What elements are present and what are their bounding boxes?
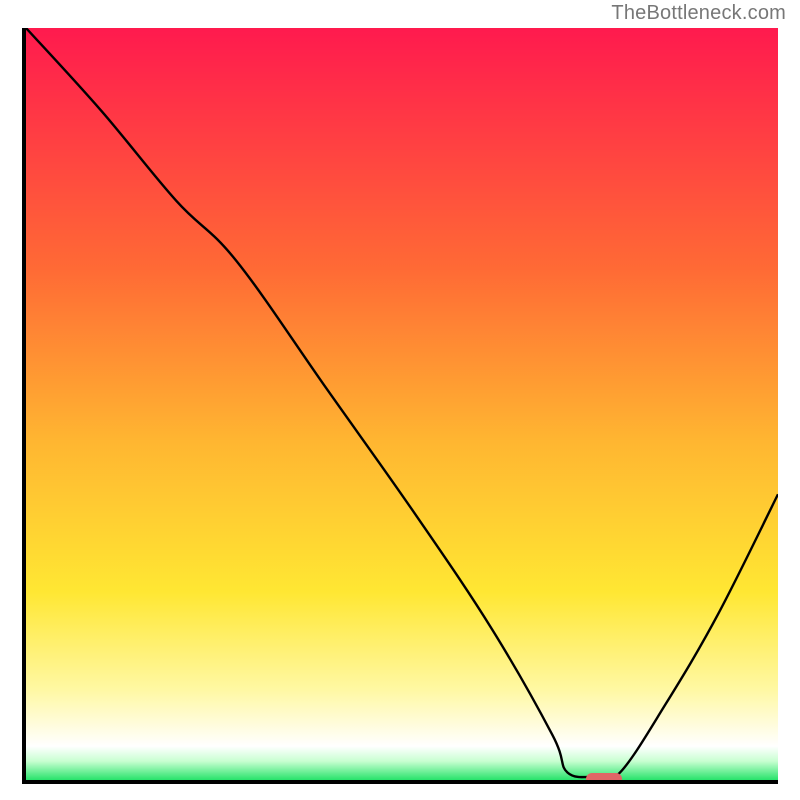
optimal-marker-pill — [586, 773, 622, 780]
watermark-text: TheBottleneck.com — [611, 2, 786, 25]
curve-layer — [26, 28, 778, 780]
plot-inner — [26, 28, 778, 780]
bottleneck-curve — [26, 28, 778, 779]
plot-area — [22, 28, 778, 784]
